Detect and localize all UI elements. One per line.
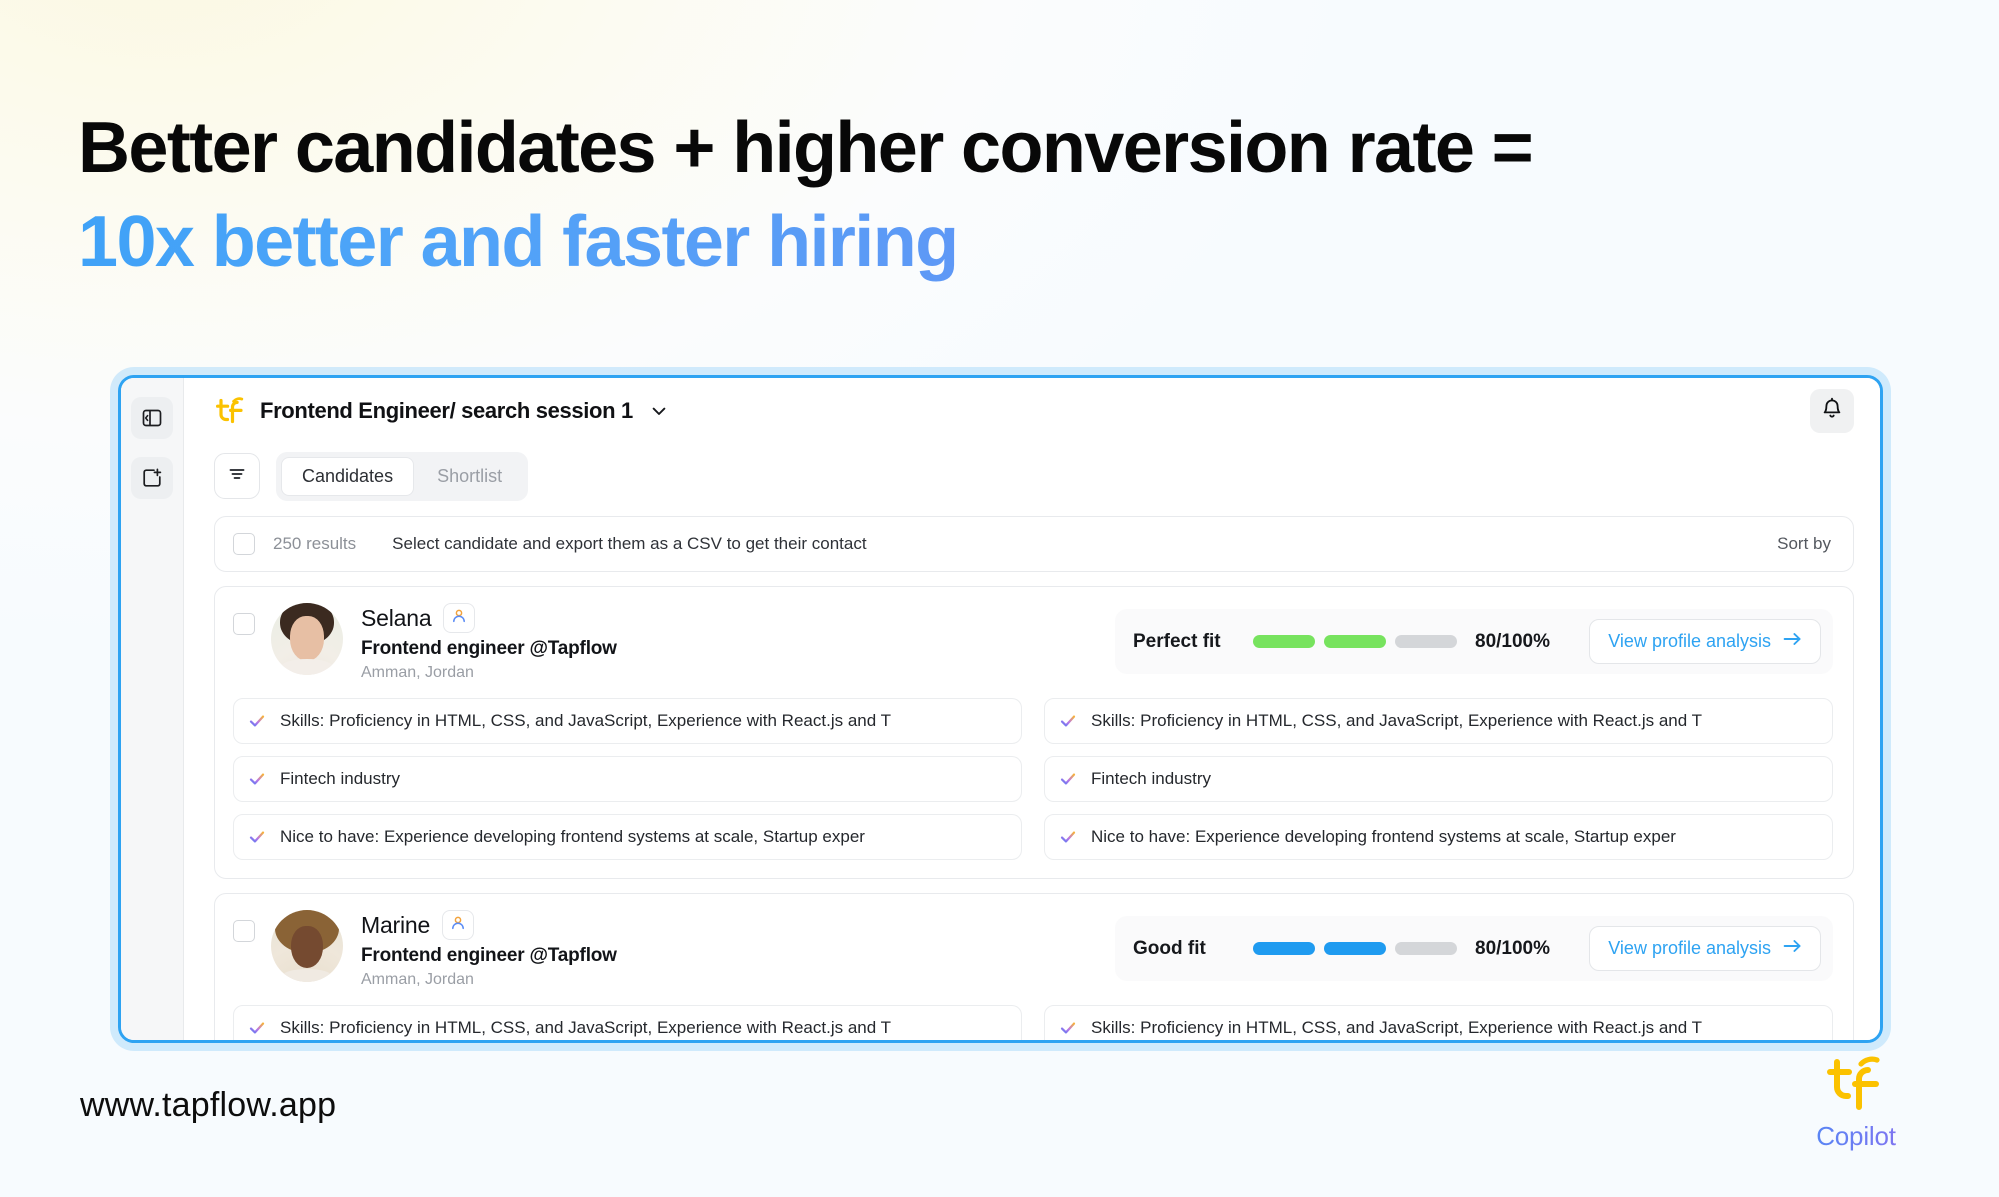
copilot-label: Copilot [1781,1121,1931,1152]
candidate-card[interactable]: Marine Frontend engineer @Tapflow Amman,… [214,893,1854,1040]
avatar [271,910,343,982]
main-panel: Frontend Engineer/ search session 1 Cand… [184,378,1880,1040]
view-profile-label: View profile analysis [1608,938,1771,958]
criterion-text: Nice to have: Experience developing fron… [1091,827,1676,846]
criterion-row: Skills: Proficiency in HTML, CSS, and Ja… [1044,1005,1833,1040]
filter-button[interactable] [214,453,260,499]
notifications-button[interactable] [1810,389,1854,433]
criterion-text: Nice to have: Experience developing fron… [280,827,865,846]
fit-label: Perfect fit [1133,630,1221,652]
app-toolbar: Candidates Shortlist [184,444,1880,508]
person-icon [450,915,466,936]
check-icon [1059,770,1077,788]
candidate-location: Amman, Jordan [361,664,474,681]
fit-score: 80/100% [1475,937,1551,959]
sidebar-toggle-button[interactable] [131,397,173,439]
fit-segment [1395,635,1457,648]
person-profile-button[interactable] [442,910,475,940]
candidate-role: Frontend engineer @Tapflow [361,638,617,659]
headline-line-1: Better candidates + higher conversion ra… [78,108,1534,188]
fit-score: 80/100% [1475,630,1551,652]
fit-label: Good fit [1133,937,1206,959]
criterion-row: Skills: Proficiency in HTML, CSS, and Ja… [1044,698,1833,744]
new-search-icon [141,467,163,489]
view-profile-label: View profile analysis [1608,631,1771,651]
hero-headline: Better candidates + higher conversion ra… [78,108,1938,285]
app-header: Frontend Engineer/ search session 1 [184,378,1880,444]
check-icon [248,1019,266,1037]
bell-icon [1820,397,1844,426]
candidate-identity: Marine Frontend engineer @Tapflow Amman,… [361,910,617,989]
left-rail [121,378,184,1040]
criterion-text: Fintech industry [1091,769,1211,788]
criterion-row: Nice to have: Experience developing fron… [233,814,1022,860]
fit-segment [1253,942,1315,955]
fit-segment [1324,635,1386,648]
session-title: Frontend Engineer/ search session 1 [260,398,633,423]
select-all-checkbox[interactable] [233,533,255,555]
candidate-card[interactable]: Selana Frontend engineer @Tapflow Amman,… [214,586,1854,879]
check-icon [1059,1019,1077,1037]
candidate-list: 250 results Select candidate and export … [184,508,1880,1040]
fit-meter [1253,635,1457,648]
person-icon [451,608,467,629]
check-icon [1059,712,1077,730]
fit-meter [1253,942,1457,955]
filter-icon [226,463,248,490]
candidate-identity: Selana Frontend engineer @Tapflow Amman,… [361,603,617,682]
export-hint: Select candidate and export them as a CS… [392,534,867,553]
candidate-name: Marine [361,911,431,938]
check-icon [1059,828,1077,846]
criterion-text: Skills: Proficiency in HTML, CSS, and Ja… [1091,711,1702,730]
criterion-text: Skills: Proficiency in HTML, CSS, and Ja… [1091,1018,1702,1037]
criterion-row: Skills: Proficiency in HTML, CSS, and Ja… [233,698,1022,744]
avatar [271,603,343,675]
criteria-grid: Skills: Proficiency in HTML, CSS, and Ja… [233,698,1833,860]
results-count: 250 results [273,534,357,553]
view-tabs: Candidates Shortlist [276,451,529,501]
sidebar-toggle-icon [141,407,163,429]
app-window: Frontend Engineer/ search session 1 Cand… [118,375,1883,1043]
criterion-row: Fintech industry [233,756,1022,802]
criteria-grid: Skills: Proficiency in HTML, CSS, and Ja… [233,1005,1833,1040]
fit-segment [1253,635,1315,648]
candidate-name: Selana [361,604,432,631]
tab-shortlist[interactable]: Shortlist [416,457,523,496]
criterion-row: Skills: Proficiency in HTML, CSS, and Ja… [233,1005,1022,1040]
criterion-text: Fintech industry [280,769,400,788]
headline-line-2: 10x better and faster hiring [78,199,1938,285]
arrow-right-icon [1783,631,1802,652]
criterion-text: Skills: Proficiency in HTML, CSS, and Ja… [280,1018,891,1037]
tab-candidates[interactable]: Candidates [281,456,415,496]
person-profile-button[interactable] [443,603,476,633]
candidate-select-checkbox[interactable] [233,613,255,635]
check-icon [248,770,266,788]
arrow-right-icon [1783,938,1802,959]
tapflow-logo-icon [1825,1055,1887,1113]
results-header: 250 results Select candidate and export … [214,516,1854,572]
copilot-brand: Copilot [1781,1055,1931,1152]
chevron-down-icon[interactable] [649,401,669,421]
site-url: www.tapflow.app [80,1086,337,1124]
criterion-row: Fintech industry [1044,756,1833,802]
check-icon [248,712,266,730]
new-search-button[interactable] [131,457,173,499]
tapflow-logo-icon [214,394,248,428]
candidate-role: Frontend engineer @Tapflow [361,945,617,966]
fit-panel: Good fit 80/100% View profile analysis [1115,916,1833,981]
view-profile-analysis-button[interactable]: View profile analysis [1589,926,1821,971]
criterion-row: Nice to have: Experience developing fron… [1044,814,1833,860]
criterion-text: Skills: Proficiency in HTML, CSS, and Ja… [280,711,891,730]
fit-panel: Perfect fit 80/100% View profile analysi… [1115,609,1833,674]
fit-segment [1395,942,1457,955]
candidate-select-checkbox[interactable] [233,920,255,942]
check-icon [248,828,266,846]
sort-by-button[interactable]: Sort by [1777,534,1831,554]
candidate-location: Amman, Jordan [361,971,474,988]
view-profile-analysis-button[interactable]: View profile analysis [1589,619,1821,664]
fit-segment [1324,942,1386,955]
